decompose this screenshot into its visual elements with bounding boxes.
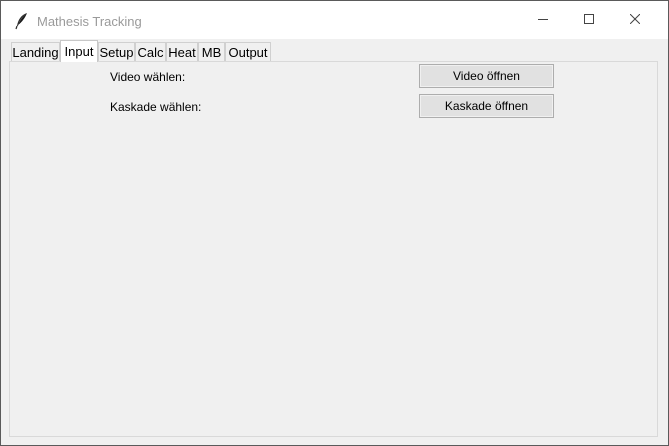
tab-calc[interactable]: Calc [135,42,166,61]
tab-mb[interactable]: MB [198,42,225,61]
minimize-icon [538,11,548,29]
tab-output[interactable]: Output [225,42,271,61]
feather-icon [15,12,29,30]
tab-setup[interactable]: Setup [98,42,135,61]
title-bar[interactable]: Mathesis Tracking [1,1,668,39]
app-window: Mathesis Tracking Landing Input Setup Ca… [0,0,669,446]
maximize-button[interactable] [566,1,612,39]
input-tab-panel: Video wählen: Video öffnen Kaskade wähle… [9,61,658,437]
open-video-button[interactable]: Video öffnen [419,64,554,88]
tab-landing[interactable]: Landing [11,42,60,61]
cascade-label: Kaskade wählen: [110,100,202,114]
video-label: Video wählen: [110,70,186,84]
tab-heat[interactable]: Heat [166,42,198,61]
minimize-button[interactable] [520,1,566,39]
notebook-tabs: Landing Input Setup Calc Heat MB Output [1,39,668,62]
open-cascade-button[interactable]: Kaskade öffnen [419,94,554,118]
tab-input[interactable]: Input [60,40,98,62]
maximize-icon [584,11,594,29]
close-icon [629,11,641,29]
window-title: Mathesis Tracking [37,14,142,29]
close-button[interactable] [612,1,658,39]
